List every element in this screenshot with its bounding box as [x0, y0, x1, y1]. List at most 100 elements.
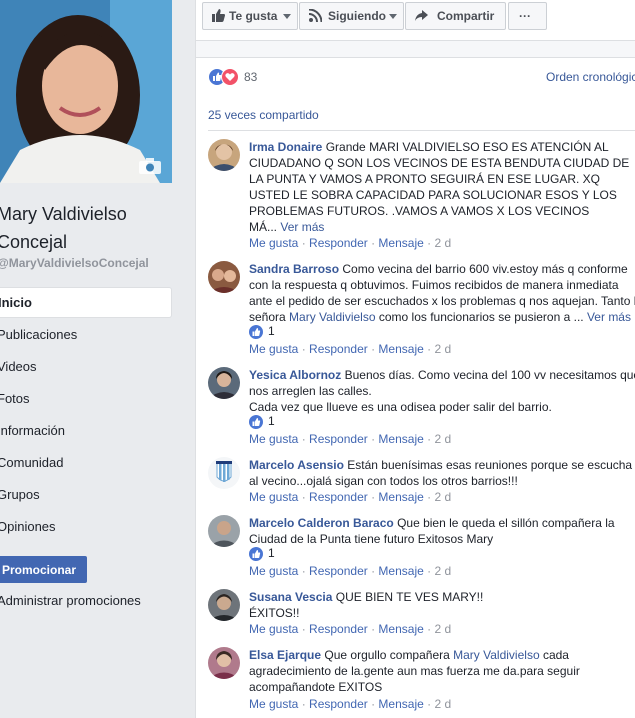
promote-label: Promocionar	[2, 563, 77, 577]
page-handle[interactable]: @MaryValdivielsoConcejal	[0, 256, 149, 270]
following-button[interactable]: Siguiendo	[299, 2, 404, 30]
comment-author[interactable]: Marcelo Asensio	[249, 458, 344, 472]
comment-text: con la respuesta q obtuvimos. Fuimos rec…	[249, 278, 619, 292]
nav-item-fotos[interactable]: Fotos	[0, 391, 30, 406]
comment-message-link[interactable]: Mensaje	[378, 490, 423, 504]
comment-order-dropdown[interactable]: Orden cronológico	[546, 70, 635, 84]
comment-author[interactable]: Irma Donaire	[249, 140, 322, 154]
chevron-down-icon	[283, 14, 291, 19]
avatar[interactable]	[208, 515, 240, 547]
comment-like-count[interactable]: 1	[249, 546, 275, 561]
nav-item-publicaciones[interactable]: Publicaciones	[0, 327, 77, 342]
comment-timestamp[interactable]: 2 d	[434, 697, 451, 711]
avatar[interactable]	[208, 647, 240, 679]
avatar[interactable]	[208, 139, 240, 171]
comment-author[interactable]: Marcelo Calderon Baraco	[249, 516, 394, 530]
comment-message-link[interactable]: Mensaje	[378, 432, 423, 446]
shares-count-link[interactable]: 25 veces compartido	[208, 108, 319, 122]
page-name-line2: Concejal	[0, 232, 68, 252]
comment-actions: Me gusta · Responder · Mensaje · 2 d	[249, 564, 452, 578]
comment-body: Susana Vescia QUE BIEN TE VES MARY!! ÉXI…	[249, 589, 635, 621]
see-more-link[interactable]: Ver más	[587, 310, 631, 324]
page-name-line1[interactable]: Mary Valdivielso	[0, 200, 127, 228]
like-page-label: Te gusta	[229, 9, 278, 23]
comment-timestamp[interactable]: 2 d	[434, 236, 451, 250]
avatar[interactable]	[208, 367, 240, 399]
comment-text: QUE BIEN TE VES MARY!!	[335, 590, 484, 604]
nav-item-opiniones[interactable]: Opiniones	[0, 519, 56, 534]
mention-link[interactable]: Mary Valdivielso	[453, 648, 539, 662]
profile-photo[interactable]	[0, 0, 172, 183]
comment-author[interactable]: Elsa Ejarque	[249, 648, 321, 662]
comment-reply-link[interactable]: Responder	[309, 432, 368, 446]
post-toolbar-strip	[196, 41, 635, 58]
comment-text: Como vecina del barrio 600 viv.estoy más…	[342, 262, 628, 276]
comment-like-link[interactable]: Me gusta	[249, 697, 298, 711]
comment-like-link[interactable]: Me gusta	[249, 564, 298, 578]
comment-text: MÁ...	[249, 220, 278, 234]
comment-like-link[interactable]: Me gusta	[249, 342, 298, 356]
thumbs-up-icon	[249, 546, 263, 561]
more-options-button[interactable]: ···	[508, 2, 547, 30]
comment-message-link[interactable]: Mensaje	[378, 236, 423, 250]
like-count-value: 1	[268, 324, 275, 338]
nav-item-comunidad[interactable]: Comunidad	[0, 455, 64, 470]
comment-like-link[interactable]: Me gusta	[249, 490, 298, 504]
avatar[interactable]	[208, 261, 240, 293]
rss-icon	[309, 9, 322, 22]
share-page-button[interactable]: Compartir	[405, 2, 506, 30]
admin-promotions-link[interactable]: Administrar promociones	[0, 593, 141, 608]
nav-item-informacion[interactable]: Información	[0, 423, 65, 438]
comment-text: Que orgullo compañera	[324, 648, 454, 662]
comment-body: Sandra Barroso Como vecina del barrio 60…	[249, 261, 635, 325]
comment-like-count[interactable]: 1	[249, 414, 275, 429]
comment-message-link[interactable]: Mensaje	[378, 342, 423, 356]
share-page-label: Compartir	[437, 9, 495, 23]
comment-author[interactable]: Susana Vescia	[249, 590, 332, 604]
nav-item-grupos[interactable]: Grupos	[0, 487, 40, 502]
comment-actions: Me gusta · Responder · Mensaje · 2 d	[249, 342, 452, 356]
comment-timestamp[interactable]: 2 d	[434, 622, 451, 636]
comment-like-count[interactable]: 1	[249, 324, 275, 339]
comment-text: nos arreglen las calles.	[249, 384, 372, 398]
like-count-value: 1	[268, 546, 275, 560]
comment-timestamp[interactable]: 2 d	[434, 564, 451, 578]
promote-button[interactable]: Promocionar	[0, 556, 87, 583]
mention-link[interactable]: Mary Valdivielso	[289, 310, 375, 324]
comment-reply-link[interactable]: Responder	[309, 697, 368, 711]
comment-message-link[interactable]: Mensaje	[378, 564, 423, 578]
avatar[interactable]	[208, 457, 240, 489]
comment-reply-link[interactable]: Responder	[309, 236, 368, 250]
comment-reply-link[interactable]: Responder	[309, 622, 368, 636]
see-more-link[interactable]: Ver más	[280, 220, 324, 234]
comment-timestamp[interactable]: 2 d	[434, 432, 451, 446]
thumbs-up-icon	[249, 414, 263, 429]
comment-timestamp[interactable]: 2 d	[434, 342, 451, 356]
comment-timestamp[interactable]: 2 d	[434, 490, 451, 504]
comment-like-link[interactable]: Me gusta	[249, 622, 298, 636]
comment-body: Yesica Albornoz Buenos días. Como vecina…	[249, 367, 635, 415]
comment-like-link[interactable]: Me gusta	[249, 236, 298, 250]
comment-body: Irma Donaire Grande MARI VALDIVIELSO ESO…	[249, 139, 635, 235]
chevron-down-icon	[389, 14, 397, 19]
nav-item-inicio[interactable]: Inicio	[0, 287, 172, 318]
comment-reply-link[interactable]: Responder	[309, 490, 368, 504]
comment-message-link[interactable]: Mensaje	[378, 697, 423, 711]
comment-author[interactable]: Sandra Barroso	[249, 262, 339, 276]
comment-text: ÉXITOS!!	[249, 606, 300, 620]
reaction-count: 83	[244, 70, 258, 84]
nav-item-videos[interactable]: Videos	[0, 359, 37, 374]
avatar[interactable]	[208, 589, 240, 621]
comment-actions: Me gusta · Responder · Mensaje · 2 d	[249, 697, 452, 711]
comment-like-link[interactable]: Me gusta	[249, 432, 298, 446]
thumbs-up-icon	[212, 9, 225, 22]
comment-reply-link[interactable]: Responder	[309, 564, 368, 578]
comment-body: Marcelo Calderon Baraco Que bien le qued…	[249, 515, 635, 547]
page-name[interactable]: Mary Valdivielso Concejal	[0, 200, 127, 256]
camera-icon[interactable]	[138, 157, 162, 175]
comment-author[interactable]: Yesica Albornoz	[249, 368, 341, 382]
comment-message-link[interactable]: Mensaje	[378, 622, 423, 636]
like-page-button[interactable]: Te gusta	[202, 2, 298, 30]
left-sidebar: Mary Valdivielso Concejal @MaryValdiviel…	[0, 0, 183, 718]
comment-reply-link[interactable]: Responder	[309, 342, 368, 356]
